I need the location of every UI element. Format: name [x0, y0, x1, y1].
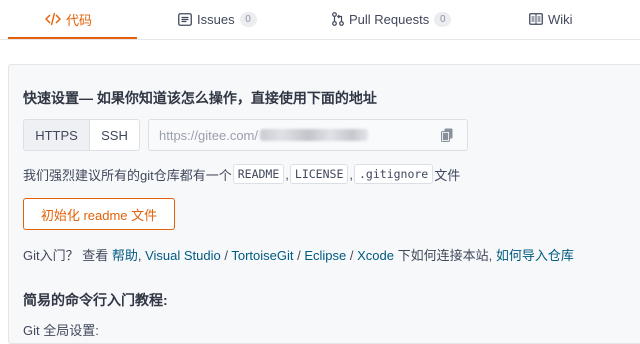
issues-icon	[178, 12, 192, 26]
separator: ,	[349, 166, 353, 182]
tab-wiki[interactable]: Wiki	[529, 0, 573, 38]
quick-setup-heading: 快速设置— 如果你知道该怎么操作，直接使用下面的地址	[23, 90, 377, 106]
wiki-icon	[529, 13, 543, 25]
tab-code-label: 代码	[66, 12, 93, 28]
separator: ,	[285, 166, 289, 182]
tab-wiki-label: Wiki	[548, 11, 573, 27]
separator: /	[293, 248, 305, 263]
tab-pull-requests[interactable]: Pull Requests 0	[332, 0, 452, 38]
recommend-files-text: 我们强烈建议所有的git仓库都有一个 README , LICENSE , .g…	[23, 164, 460, 184]
recommend-prefix: 我们强烈建议所有的git仓库都有一个	[23, 167, 232, 183]
pull-request-icon	[332, 12, 344, 26]
help-prefix: Git入门？ 查看	[23, 248, 112, 263]
tab-issues-label: Issues	[197, 11, 235, 27]
readme-code: README	[232, 164, 285, 184]
redacted-repo-path	[260, 129, 368, 141]
tab-pull-requests-label: Pull Requests	[349, 11, 430, 27]
cli-tutorial-heading: 简易的命令行入门教程:	[23, 292, 168, 308]
ssh-toggle-button[interactable]: SSH	[89, 119, 140, 151]
license-code: LICENSE	[289, 164, 349, 184]
help-link[interactable]: 帮助	[112, 248, 138, 263]
tabs-divider	[0, 39, 640, 40]
separator: ,	[137, 248, 146, 263]
separator: /	[346, 248, 358, 263]
pull-requests-count-badge: 0	[434, 11, 452, 27]
issues-count-badge: 0	[239, 11, 257, 27]
clone-url-field[interactable]: https://gitee.com/	[148, 119, 468, 151]
separator: /	[220, 248, 232, 263]
tab-issues[interactable]: Issues 0	[178, 0, 257, 38]
xcode-link[interactable]: Xcode	[357, 248, 394, 263]
repo-tabs: 代码 Issues 0 Pull Requests 0 Wiki	[0, 0, 640, 40]
tab-code[interactable]: 代码	[45, 0, 92, 38]
git-help-line: Git入门？ 查看 帮助, Visual Studio / TortoiseGi…	[23, 245, 574, 264]
help-middle-text: 下如何连接本站,	[393, 248, 496, 263]
gitignore-code: .gitignore	[354, 164, 434, 184]
git-global-settings-label: Git 全局设置:	[23, 323, 99, 338]
copy-icon[interactable]	[441, 128, 453, 147]
tortoisegit-link[interactable]: TortoiseGit	[231, 248, 293, 263]
import-repo-link[interactable]: 如何导入仓库	[496, 248, 574, 263]
clone-url-prefix: https://gitee.com/	[159, 127, 258, 143]
recommend-suffix: 文件	[434, 167, 461, 183]
code-icon	[45, 12, 61, 26]
init-readme-button[interactable]: 初始化 readme 文件	[23, 198, 175, 230]
https-toggle-button[interactable]: HTTPS	[23, 119, 90, 151]
eclipse-link[interactable]: Eclipse	[304, 248, 346, 263]
visual-studio-link[interactable]: Visual Studio	[145, 248, 221, 263]
